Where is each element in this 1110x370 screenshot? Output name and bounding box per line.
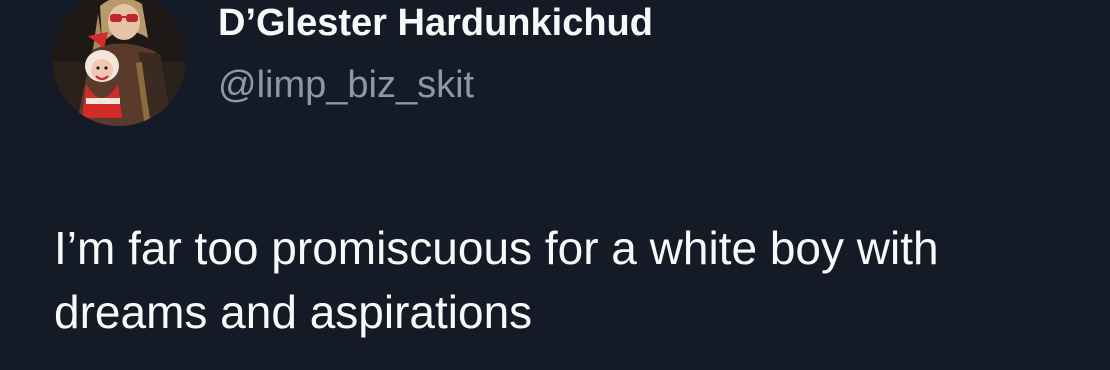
avatar[interactable] [52, 0, 186, 126]
author-handle[interactable]: @limp_biz_skit [218, 62, 474, 108]
author-display-name[interactable]: D’Glester Hardunkichud [218, 0, 653, 46]
profile-photo-icon [52, 0, 186, 126]
tweet-card: D’Glester Hardunkichud @limp_biz_skit I’… [0, 0, 1110, 370]
tweet-text: I’m far too promiscuous for a white boy … [54, 222, 939, 338]
